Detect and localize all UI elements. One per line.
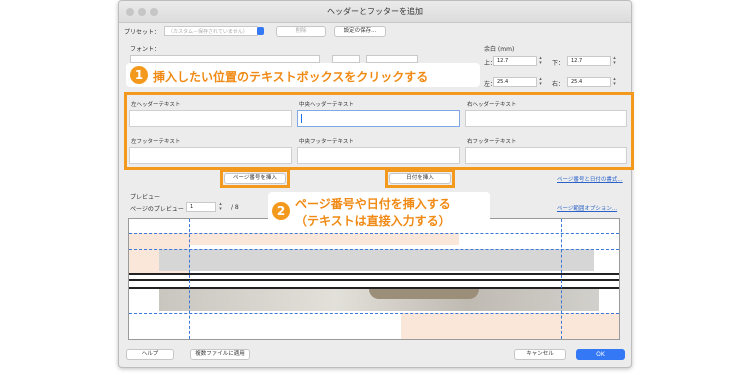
preset-label: プリセット： (124, 29, 161, 36)
step2-badge: 2 (272, 202, 290, 220)
margin-right-input[interactable]: 25.4 (567, 77, 611, 87)
page-date-format-link[interactable]: ページ番号と日付の書式... (557, 175, 623, 183)
title-bar: ヘッダーとフッターを追加 (119, 1, 631, 23)
header-guide (129, 249, 619, 250)
preset-dropdown-icon[interactable] (257, 27, 264, 35)
font-size-select[interactable] (332, 55, 360, 63)
margin-bottom-input[interactable]: 12.7 (567, 56, 611, 66)
step1-callout: 1 挿入したい位置のテキストボックスをクリックする (126, 63, 480, 87)
step1-badge: 1 (130, 66, 148, 84)
apply-multiple-files-button[interactable]: 複数ファイルに適用 (190, 349, 250, 360)
preset-select[interactable]: （カスタム－保存されていません） (164, 26, 258, 36)
insert-page-number-button[interactable]: ページ番号を挿入 (224, 173, 286, 184)
ok-button[interactable]: OK (576, 349, 625, 360)
page-range-options-link[interactable]: ページ範囲オプション... (557, 204, 617, 212)
footer-guide (129, 313, 619, 314)
cancel-button[interactable]: キャンセル (514, 349, 566, 360)
center-header-input[interactable] (297, 110, 460, 127)
preview-image-top (159, 249, 594, 271)
margin-left-stepper[interactable]: ▴ ▾ (538, 77, 543, 87)
top-margin-guide (129, 233, 619, 234)
text-cursor (301, 114, 302, 123)
left-margin-guide (189, 219, 190, 339)
margin-left-input[interactable]: 25.4 (493, 77, 537, 87)
left-header-input[interactable] (129, 110, 292, 127)
center-footer-input[interactable] (297, 147, 460, 164)
page-preview (128, 218, 620, 340)
save-preset-button[interactable]: 設定の保存... (334, 26, 386, 37)
margin-bottom-label: 下： (552, 60, 565, 67)
preview-label: プレビュー (130, 194, 161, 201)
right-header-input[interactable] (465, 110, 627, 127)
margin-right-label: 右： (552, 81, 565, 88)
step2-callout: 2 ページ番号や日付を挿入する （テキストは直接入力する） (268, 192, 490, 230)
right-margin-guide (561, 219, 562, 339)
preview-page-label: ページのプレビュー (130, 206, 184, 213)
dialog-title: ヘッダーとフッターを追加 (327, 7, 423, 16)
margins-title: 余白 (mm) (484, 46, 515, 53)
margin-bottom-stepper[interactable]: ▴ ▾ (612, 56, 617, 66)
left-header-label: 左ヘッダーテキスト (131, 102, 181, 108)
font-select[interactable] (130, 55, 320, 63)
font-color-select[interactable] (366, 55, 418, 63)
step1-text: 挿入したい位置のテキストボックスをクリックする (153, 70, 429, 84)
help-button[interactable]: ヘルプ (126, 349, 174, 360)
left-footer-label: 左フッターテキスト (131, 139, 181, 145)
header-region (189, 233, 459, 245)
left-footer-input[interactable] (129, 147, 292, 164)
step2-text-line1: ページ番号や日付を挿入する (295, 197, 451, 211)
center-header-label: 中央ヘッダーテキスト (299, 102, 354, 108)
right-footer-input[interactable] (465, 147, 627, 164)
right-footer-label: 右フッターテキスト (467, 139, 517, 145)
step2-text-line2: （テキストは直接入力する） (295, 214, 451, 228)
margin-top-input[interactable]: 12.7 (493, 56, 537, 66)
footer-region (401, 313, 619, 339)
delete-preset-button[interactable]: 削除 (276, 26, 326, 37)
preview-page-total: / 8 (231, 204, 239, 211)
margin-top-stepper[interactable]: ▴ ▾ (538, 56, 543, 66)
right-header-label: 右ヘッダーテキスト (467, 102, 517, 108)
preview-object (369, 289, 479, 299)
preview-page-input[interactable]: 1 (186, 202, 216, 212)
center-footer-label: 中央フッターテキスト (299, 139, 354, 145)
preview-page-stepper[interactable]: ▴ ▾ (218, 202, 223, 212)
insert-date-button[interactable]: 日付を挿入 (389, 173, 451, 184)
font-label: フォント： (130, 46, 161, 53)
page-break-cut-top (129, 273, 619, 281)
margin-right-stepper[interactable]: ▴ ▾ (612, 77, 617, 87)
